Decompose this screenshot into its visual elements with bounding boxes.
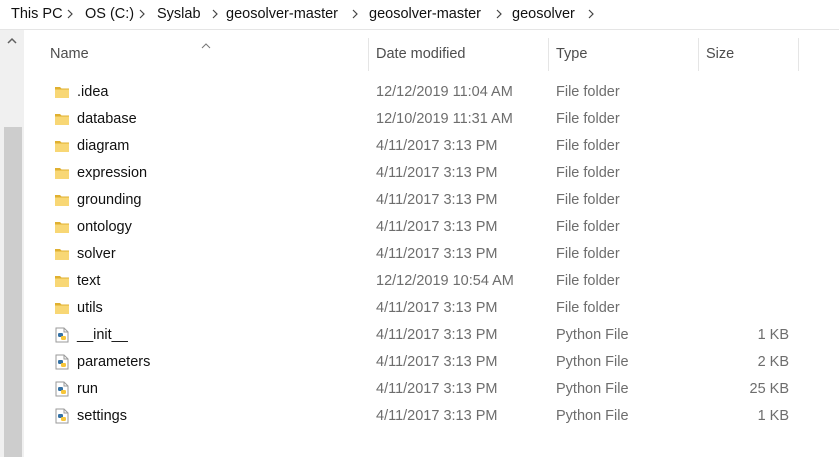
file-type: Python File (556, 354, 629, 370)
file-size: 25 KB (749, 381, 790, 397)
file-size: 2 KB (757, 354, 789, 370)
folder-icon (54, 219, 70, 235)
table-row[interactable]: solver 4/11/2017 3:13 PM File folder (24, 241, 839, 268)
column-header-row: Name Date modified Type Size (24, 30, 839, 78)
file-date: 12/10/2019 11:31 AM (376, 111, 513, 127)
file-type: File folder (556, 273, 620, 289)
scroll-up-arrow-icon[interactable] (0, 30, 24, 50)
file-type: File folder (556, 165, 620, 181)
folder-icon (54, 300, 70, 316)
chevron-right-icon[interactable] (137, 5, 147, 23)
folder-icon (54, 273, 70, 289)
column-header-type[interactable]: Type (556, 46, 587, 62)
chevron-right-icon[interactable] (586, 5, 596, 23)
breadcrumb-geosolver-master-2[interactable]: geosolver-master (369, 6, 481, 22)
column-divider[interactable] (698, 38, 699, 71)
file-name: expression (77, 165, 148, 181)
breadcrumb-this-pc[interactable]: This PC (11, 6, 63, 22)
file-type: File folder (556, 84, 620, 100)
file-name: .idea (77, 84, 109, 100)
file-name: ontology (77, 219, 132, 235)
table-row[interactable]: settings 4/11/2017 3:13 PM Python File 1… (24, 403, 839, 430)
file-date: 4/11/2017 3:13 PM (376, 408, 498, 424)
vertical-scrollbar[interactable] (0, 30, 24, 457)
file-date: 4/11/2017 3:13 PM (376, 381, 498, 397)
table-row[interactable]: __init__ 4/11/2017 3:13 PM Python File 1… (24, 322, 839, 349)
python-file-icon (54, 327, 70, 343)
file-date: 12/12/2019 10:54 AM (376, 273, 514, 289)
file-type: File folder (556, 300, 620, 316)
file-size: 1 KB (757, 408, 789, 424)
folder-icon (54, 84, 70, 100)
python-file-icon (54, 354, 70, 370)
folder-icon (54, 246, 70, 262)
file-date: 4/11/2017 3:13 PM (376, 192, 498, 208)
file-list: .idea 12/12/2019 11:04 AM File folder da… (24, 79, 839, 430)
column-divider[interactable] (548, 38, 549, 71)
column-divider[interactable] (368, 38, 369, 71)
column-header-date[interactable]: Date modified (376, 46, 465, 62)
file-type: File folder (556, 111, 620, 127)
table-row[interactable]: expression 4/11/2017 3:13 PM File folder (24, 160, 839, 187)
file-type: File folder (556, 219, 620, 235)
breadcrumb-syslab[interactable]: Syslab (157, 6, 201, 22)
file-name: utils (77, 300, 103, 316)
file-type: File folder (556, 246, 620, 262)
folder-icon (54, 111, 70, 127)
file-size: 1 KB (757, 327, 789, 343)
table-row[interactable]: .idea 12/12/2019 11:04 AM File folder (24, 79, 839, 106)
breadcrumb: This PC OS (C:) Syslab geosolver-master … (0, 0, 839, 30)
file-name: text (77, 273, 101, 289)
file-name: solver (77, 246, 116, 262)
sort-ascending-icon (201, 36, 211, 52)
breadcrumb-os-c[interactable]: OS (C:) (85, 6, 134, 22)
python-file-icon (54, 408, 70, 424)
file-date: 4/11/2017 3:13 PM (376, 300, 498, 316)
file-type: File folder (556, 138, 620, 154)
file-name: run (77, 381, 98, 397)
breadcrumb-geosolver-master-1[interactable]: geosolver-master (226, 6, 338, 22)
column-divider[interactable] (798, 38, 799, 71)
file-date: 4/11/2017 3:13 PM (376, 354, 498, 370)
table-row[interactable]: ontology 4/11/2017 3:13 PM File folder (24, 214, 839, 241)
table-row[interactable]: run 4/11/2017 3:13 PM Python File 25 KB (24, 376, 839, 403)
file-name: database (77, 111, 137, 127)
file-name: diagram (77, 138, 130, 154)
chevron-right-icon[interactable] (210, 5, 220, 23)
table-row[interactable]: database 12/10/2019 11:31 AM File folder (24, 106, 839, 133)
file-date: 4/11/2017 3:13 PM (376, 246, 498, 262)
breadcrumb-geosolver[interactable]: geosolver (512, 6, 575, 22)
table-row[interactable]: grounding 4/11/2017 3:13 PM File folder (24, 187, 839, 214)
file-type: Python File (556, 408, 629, 424)
folder-icon (54, 192, 70, 208)
column-header-size[interactable]: Size (706, 46, 734, 62)
file-name: settings (77, 408, 127, 424)
python-file-icon (54, 381, 70, 397)
file-date: 4/11/2017 3:13 PM (376, 165, 498, 181)
file-type: File folder (556, 192, 620, 208)
file-date: 4/11/2017 3:13 PM (376, 138, 498, 154)
file-name: grounding (77, 192, 142, 208)
file-name: parameters (77, 354, 151, 370)
table-row[interactable]: utils 4/11/2017 3:13 PM File folder (24, 295, 839, 322)
folder-icon (54, 138, 70, 154)
table-row[interactable]: parameters 4/11/2017 3:13 PM Python File… (24, 349, 839, 376)
file-type: Python File (556, 381, 629, 397)
chevron-right-icon[interactable] (494, 5, 504, 23)
scrollbar-thumb[interactable] (4, 127, 22, 457)
file-date: 4/11/2017 3:13 PM (376, 219, 498, 235)
column-header-name[interactable]: Name (50, 46, 89, 62)
file-type: Python File (556, 327, 629, 343)
file-name: __init__ (77, 327, 128, 343)
chevron-right-icon[interactable] (65, 5, 75, 23)
table-row[interactable]: diagram 4/11/2017 3:13 PM File folder (24, 133, 839, 160)
folder-icon (54, 165, 70, 181)
file-date: 12/12/2019 11:04 AM (376, 84, 513, 100)
chevron-right-icon[interactable] (350, 5, 360, 23)
table-row[interactable]: text 12/12/2019 10:54 AM File folder (24, 268, 839, 295)
file-date: 4/11/2017 3:13 PM (376, 327, 498, 343)
